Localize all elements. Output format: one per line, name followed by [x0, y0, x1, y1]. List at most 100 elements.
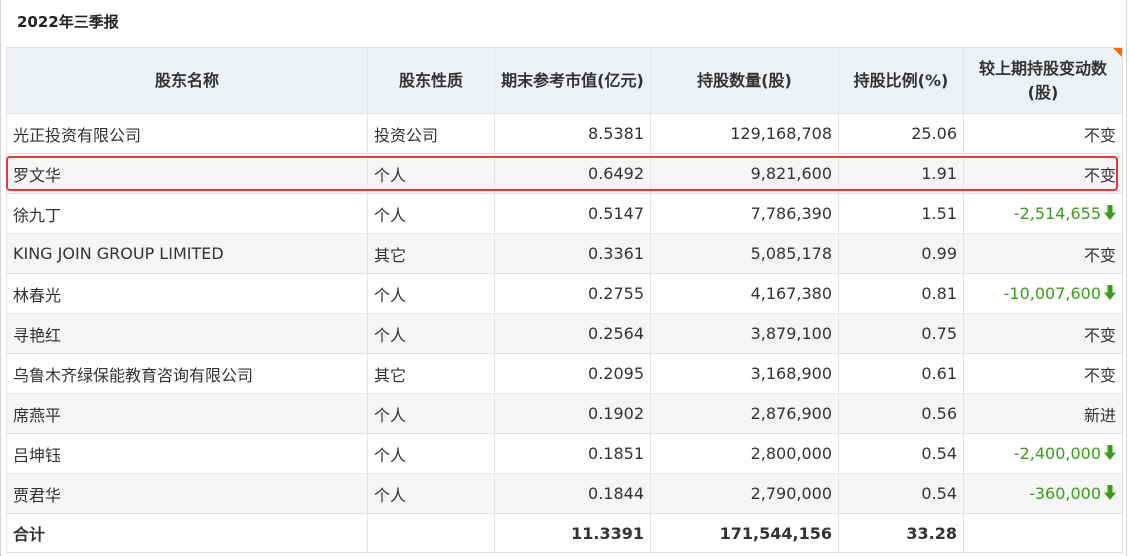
shareholder-name[interactable]: 光正投资有限公司 [6, 113, 368, 154]
down-arrow-icon [1104, 485, 1116, 500]
holding-change: 不变 [963, 313, 1123, 354]
shareholder-name[interactable]: 乌鲁木齐绿保能教育咨询有限公司 [6, 353, 368, 394]
market-value: 0.3361 [494, 233, 651, 274]
shareholder-type: 个人 [367, 313, 495, 354]
table-row[interactable]: KING JOIN GROUP LIMITED 其它 0.3361 5,085,178… [6, 233, 1123, 274]
table-row[interactable]: 光正投资有限公司 投资公司 8.5381 129,168,708 25.06 不变 [6, 113, 1123, 154]
share-ratio: 0.56 [838, 393, 964, 434]
holding-change-value: 不变 [1083, 165, 1116, 185]
holding-change: 不变 [963, 113, 1123, 154]
holding-change-value: 不变 [1083, 245, 1116, 265]
share-ratio: 1.91 [838, 153, 964, 194]
table-row[interactable]: 乌鲁木齐绿保能教育咨询有限公司 其它 0.2095 3,168,900 0.61 不变 [6, 353, 1123, 394]
market-value: 8.5381 [494, 113, 651, 154]
share-count: 4,167,380 [650, 273, 839, 314]
header-shares[interactable]: 持股数量(股) [650, 47, 839, 114]
shareholder-name[interactable]: KING JOIN GROUP LIMITED [6, 233, 368, 274]
total-row: 合计 11.3391 171,544,156 33.28 [6, 513, 1123, 553]
shareholder-table: 股东名称 股东性质 期末参考市值(亿元) 持股数量(股) 持股比例(%) 较上期… [6, 47, 1123, 553]
share-count: 7,786,390 [650, 193, 839, 234]
holding-change: 新进 [963, 393, 1123, 434]
shareholder-type: 个人 [367, 153, 495, 194]
market-value: 0.1902 [494, 393, 651, 434]
shareholder-name[interactable]: 席燕平 [6, 393, 368, 434]
holding-change-value: 不变 [1083, 325, 1116, 345]
total-label: 合计 [6, 513, 368, 553]
share-count: 3,879,100 [650, 313, 839, 354]
holding-change-value: -10,007,600 [1003, 284, 1101, 303]
market-value: 0.1844 [494, 473, 651, 514]
table-row[interactable]: 寻艳红 个人 0.2564 3,879,100 0.75 不变 [6, 313, 1123, 354]
total-ratio: 33.28 [838, 513, 964, 553]
down-arrow-icon [1104, 205, 1116, 220]
total-type-cell [367, 513, 495, 553]
share-count: 5,085,178 [650, 233, 839, 274]
table-row[interactable]: 林春光 个人 0.2755 4,167,380 0.81 -10,007,600 [6, 273, 1123, 314]
market-value: 0.2095 [494, 353, 651, 394]
share-count: 2,790,000 [650, 473, 839, 514]
share-ratio: 0.75 [838, 313, 964, 354]
shareholder-name[interactable]: 罗文华 [6, 153, 368, 194]
table-row[interactable]: 贾君华 个人 0.1844 2,790,000 0.54 -360,000 [6, 473, 1123, 514]
market-value: 0.2755 [494, 273, 651, 314]
shareholder-name[interactable]: 林春光 [6, 273, 368, 314]
share-ratio: 0.99 [838, 233, 964, 274]
market-value: 0.5147 [494, 193, 651, 234]
share-ratio: 25.06 [838, 113, 964, 154]
shareholder-type: 其它 [367, 353, 495, 394]
holding-change: 不变 [963, 233, 1123, 274]
header-ratio[interactable]: 持股比例(%) [838, 47, 964, 114]
holding-change-value: -2,400,000 [1013, 444, 1101, 463]
share-ratio: 0.54 [838, 433, 964, 474]
down-arrow-icon [1104, 285, 1116, 300]
shareholder-type: 个人 [367, 193, 495, 234]
holding-change: -360,000 [963, 473, 1123, 514]
header-type[interactable]: 股东性质 [367, 47, 495, 114]
holding-change-value: -360,000 [1029, 484, 1101, 503]
holding-change: -2,514,655 [963, 193, 1123, 234]
shareholder-type: 个人 [367, 273, 495, 314]
holding-change: -2,400,000 [963, 433, 1123, 474]
holding-change-value: 不变 [1083, 125, 1116, 145]
shareholder-name[interactable]: 贾君华 [6, 473, 368, 514]
share-count: 129,168,708 [650, 113, 839, 154]
share-count: 2,876,900 [650, 393, 839, 434]
shareholder-name[interactable]: 吕坤钰 [6, 433, 368, 474]
shareholder-type: 个人 [367, 473, 495, 514]
shareholder-name[interactable]: 寻艳红 [6, 313, 368, 354]
share-count: 3,168,900 [650, 353, 839, 394]
share-count: 2,800,000 [650, 433, 839, 474]
shareholder-type: 个人 [367, 433, 495, 474]
shareholder-type: 其它 [367, 233, 495, 274]
table-row[interactable]: 徐九丁 个人 0.5147 7,786,390 1.51 -2,514,655 [6, 193, 1123, 234]
share-ratio: 0.81 [838, 273, 964, 314]
section-title: 2022年三季报 [17, 13, 119, 31]
holding-change: -10,007,600 [963, 273, 1123, 314]
table-row[interactable]: 席燕平 个人 0.1902 2,876,900 0.56 新进 [6, 393, 1123, 434]
table-row[interactable]: 罗文华 个人 0.6492 9,821,600 1.91 不变 [6, 153, 1123, 194]
holding-change-value: 新进 [1083, 405, 1116, 425]
shareholder-type: 个人 [367, 393, 495, 434]
shareholder-name[interactable]: 徐九丁 [6, 193, 368, 234]
share-count: 9,821,600 [650, 153, 839, 194]
share-ratio: 1.51 [838, 193, 964, 234]
shareholder-type: 投资公司 [367, 113, 495, 154]
total-market-value: 11.3391 [494, 513, 651, 553]
header-row: 股东名称 股东性质 期末参考市值(亿元) 持股数量(股) 持股比例(%) 较上期… [6, 47, 1123, 114]
corner-marker-icon [1112, 48, 1122, 58]
holding-change: 不变 [963, 153, 1123, 194]
header-market-value[interactable]: 期末参考市值(亿元) [494, 47, 651, 114]
down-arrow-icon [1104, 445, 1116, 460]
total-shares: 171,544,156 [650, 513, 839, 553]
header-change-label: 较上期持股变动数(股) [978, 58, 1107, 102]
share-ratio: 0.61 [838, 353, 964, 394]
holding-change: 不变 [963, 353, 1123, 394]
share-ratio: 0.54 [838, 473, 964, 514]
total-change-cell [963, 513, 1123, 553]
header-change[interactable]: 较上期持股变动数(股) [963, 47, 1123, 114]
market-value: 0.2564 [494, 313, 651, 354]
header-name[interactable]: 股东名称 [6, 47, 368, 114]
holding-change-value: -2,514,655 [1013, 204, 1101, 223]
market-value: 0.1851 [494, 433, 651, 474]
table-row[interactable]: 吕坤钰 个人 0.1851 2,800,000 0.54 -2,400,000 [6, 433, 1123, 474]
